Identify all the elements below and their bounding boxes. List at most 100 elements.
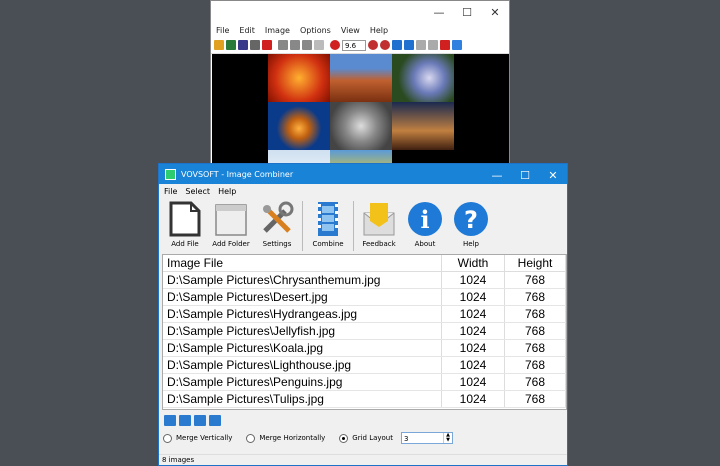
thumbnails-icon[interactable] — [238, 40, 248, 50]
next-arrow-icon[interactable] — [404, 40, 414, 50]
main-toolbar: Add File Add Folder Settings Combine Fee… — [159, 199, 567, 254]
minimize-icon[interactable]: — — [425, 1, 453, 23]
table-row[interactable]: D:\Sample Pictures\Lighthouse.jpg 1024 768 — [163, 356, 566, 374]
main-titlebar: VOVSOFT - Image Combiner — ☐ ✕ — [159, 164, 567, 184]
app-icon — [165, 168, 176, 180]
table-row[interactable]: D:\Sample Pictures\Chrysanthemum.jpg 1024… — [163, 271, 566, 289]
info-icon: i — [407, 201, 443, 237]
close-icon[interactable]: ✕ — [539, 164, 567, 186]
merge-horizontally-label: Merge Horizontally — [259, 434, 326, 442]
column-header-image-file[interactable]: Image File — [163, 255, 442, 272]
about-label: About — [414, 240, 436, 248]
cut-icon[interactable] — [278, 40, 288, 50]
image-file-table[interactable]: Image File Width Height D:\Sample Pictur… — [162, 254, 567, 410]
grid-layout-label: Grid Layout — [352, 434, 393, 442]
lighthouse-thumbnail — [392, 102, 454, 150]
about-button[interactable]: i About — [402, 199, 448, 248]
settings-button[interactable]: Settings — [254, 199, 300, 248]
delete-icon[interactable] — [262, 40, 272, 50]
table-row[interactable]: D:\Sample Pictures\Tulips.jpg 1024 768 — [163, 390, 566, 408]
viewer-menubar: File Edit Image Options View Help — [211, 23, 509, 37]
height-cell: 768 — [504, 322, 566, 340]
zoom-select[interactable]: 9.6 — [342, 39, 366, 51]
help-button[interactable]: ? Help — [448, 199, 494, 248]
height-cell: 768 — [504, 373, 566, 391]
status-bar: 8 images — [159, 454, 567, 465]
merge-vertically-radio[interactable] — [163, 433, 172, 443]
viewer-menu-view[interactable]: View — [341, 26, 360, 35]
viewer-canvas — [212, 54, 509, 169]
image-file-cell: D:\Sample Pictures\Hydrangeas.jpg — [163, 305, 442, 323]
svg-text:i: i — [420, 205, 429, 234]
move-bottom-icon[interactable] — [209, 415, 221, 426]
table-header-row: Image File Width Height — [163, 255, 566, 272]
maximize-icon[interactable]: ☐ — [453, 1, 481, 23]
viewer-menu-edit[interactable]: Edit — [239, 26, 255, 35]
move-top-icon[interactable] — [194, 415, 206, 426]
table-row[interactable]: D:\Sample Pictures\Penguins.jpg 1024 768 — [163, 373, 566, 391]
grid-columns-spinner[interactable]: 3 ▲ ▼ — [401, 432, 453, 444]
grid-layout-radio[interactable] — [339, 433, 349, 443]
table-row[interactable]: D:\Sample Pictures\Jellyfish.jpg 1024 768 — [163, 322, 566, 340]
paint-icon[interactable] — [440, 40, 450, 50]
last-image-icon[interactable] — [428, 40, 438, 50]
spinner-arrows-icon[interactable]: ▲ ▼ — [443, 433, 452, 443]
width-cell: 1024 — [441, 339, 505, 357]
image-file-cell: D:\Sample Pictures\Penguins.jpg — [163, 373, 442, 391]
effects-icon[interactable] — [452, 40, 462, 50]
combine-icon — [310, 201, 346, 237]
close-icon[interactable]: ✕ — [481, 1, 509, 23]
column-header-height[interactable]: Height — [504, 255, 566, 272]
height-cell: 768 — [504, 339, 566, 357]
zoom-in-icon[interactable] — [368, 40, 378, 50]
image-combiner-window: VOVSOFT - Image Combiner — ☐ ✕ File Sele… — [158, 163, 568, 466]
table-row[interactable]: D:\Sample Pictures\Desert.jpg 1024 768 — [163, 288, 566, 306]
prev-arrow-icon[interactable] — [392, 40, 402, 50]
main-menubar: File Select Help — [159, 184, 567, 199]
add-file-label: Add File — [171, 240, 199, 248]
window-title: VOVSOFT - Image Combiner — [181, 169, 294, 179]
merge-vertically-label: Merge Vertically — [176, 434, 233, 442]
envelope-icon — [361, 201, 397, 237]
viewer-titlebar: — ☐ ✕ — [211, 1, 509, 23]
add-file-button[interactable]: Add File — [162, 199, 208, 248]
add-folder-button[interactable]: Add Folder — [208, 199, 254, 248]
undo-icon[interactable] — [314, 40, 324, 50]
merge-horizontally-radio[interactable] — [246, 433, 256, 443]
bottom-panel: Merge Vertically Merge Horizontally Grid… — [159, 412, 567, 444]
save-icon[interactable] — [226, 40, 236, 50]
menu-help[interactable]: Help — [218, 187, 236, 196]
viewer-menu-file[interactable]: File — [216, 26, 229, 35]
info-icon[interactable] — [330, 40, 340, 50]
reorder-buttons — [159, 415, 567, 426]
svg-text:?: ? — [464, 206, 478, 234]
column-header-width[interactable]: Width — [441, 255, 505, 272]
zoom-out-icon[interactable] — [380, 40, 390, 50]
maximize-icon[interactable]: ☐ — [511, 164, 539, 186]
feedback-button[interactable]: Feedback — [356, 199, 402, 248]
jellyfish-thumbnail — [268, 102, 330, 150]
viewer-menu-help[interactable]: Help — [370, 26, 388, 35]
move-up-icon[interactable] — [164, 415, 176, 426]
chrysanthemum-thumbnail — [268, 54, 330, 102]
combine-button[interactable]: Combine — [305, 199, 351, 248]
copy-icon[interactable] — [290, 40, 300, 50]
minimize-icon[interactable]: — — [483, 164, 511, 186]
move-down-icon[interactable] — [179, 415, 191, 426]
viewer-menu-options[interactable]: Options — [300, 26, 331, 35]
help-label: Help — [463, 240, 479, 248]
width-cell: 1024 — [441, 271, 505, 289]
open-folder-icon[interactable] — [214, 40, 224, 50]
menu-select[interactable]: Select — [185, 187, 210, 196]
hydrangeas-thumbnail — [392, 54, 454, 102]
first-image-icon[interactable] — [416, 40, 426, 50]
table-row[interactable]: D:\Sample Pictures\Koala.jpg 1024 768 — [163, 339, 566, 357]
paste-icon[interactable] — [302, 40, 312, 50]
height-cell: 768 — [504, 305, 566, 323]
menu-file[interactable]: File — [164, 187, 177, 196]
height-cell: 768 — [504, 390, 566, 408]
help-question-icon: ? — [453, 201, 489, 237]
viewer-menu-image[interactable]: Image — [265, 26, 290, 35]
table-row[interactable]: D:\Sample Pictures\Hydrangeas.jpg 1024 768 — [163, 305, 566, 323]
print-icon[interactable] — [250, 40, 260, 50]
